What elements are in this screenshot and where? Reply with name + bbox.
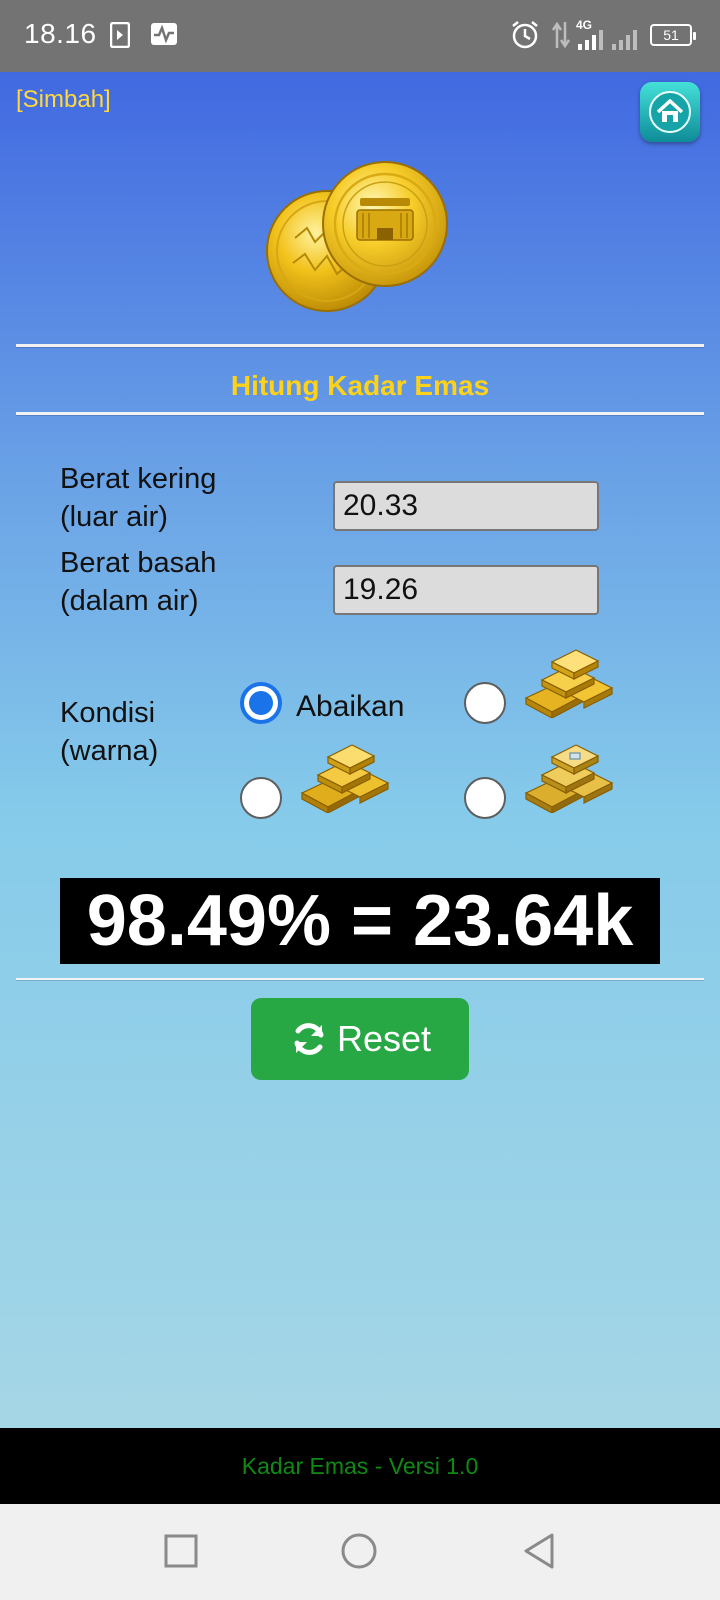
data-transfer-icon — [551, 20, 571, 55]
wet-weight-input[interactable]: 19.26 — [333, 565, 599, 615]
divider-top — [16, 344, 704, 347]
home-nav-icon[interactable] — [340, 1532, 378, 1575]
dry-weight-label: Berat kering (luar air) — [60, 460, 216, 536]
dry-weight-label-line1: Berat kering — [60, 463, 217, 495]
battery-icon: 51 — [650, 24, 696, 46]
gold-bars-icon — [522, 642, 616, 723]
back-icon[interactable] — [522, 1532, 556, 1575]
activity-icon — [150, 22, 178, 51]
gold-bars-icon — [298, 737, 392, 818]
radio-abaikan[interactable] — [240, 682, 282, 724]
navigation-bar — [0, 1504, 720, 1600]
app-footer: Kadar Emas - Versi 1.0 — [0, 1428, 720, 1504]
divider-result — [16, 978, 704, 980]
condition-label-line1: Kondisi — [60, 697, 156, 729]
reset-button[interactable]: Reset — [251, 998, 469, 1080]
condition-label: Kondisi (warna) — [60, 694, 158, 770]
status-bar: 18.16 4G 51 — [0, 0, 720, 72]
media-play-icon — [109, 21, 131, 53]
status-time: 18.16 — [24, 18, 97, 49]
wet-weight-label: Berat basah (dalam air) — [60, 544, 216, 620]
alarm-icon — [510, 20, 540, 55]
signal-icon — [578, 30, 644, 55]
home-button[interactable] — [640, 82, 700, 142]
radio-gold-2[interactable] — [240, 777, 282, 819]
recents-icon[interactable] — [164, 1534, 198, 1573]
home-icon — [649, 91, 691, 133]
dry-weight-input[interactable]: 20.33 — [333, 481, 599, 531]
condition-label-line2: (warna) — [60, 735, 159, 767]
page-title: Hitung Kadar Emas — [230, 370, 490, 401]
radio-gold-1[interactable] — [464, 682, 506, 724]
gold-bars-icon — [522, 737, 616, 818]
reset-label: Reset — [337, 1018, 432, 1059]
radio-gold-3[interactable] — [464, 777, 506, 819]
dry-weight-label-line2: (luar air) — [60, 501, 168, 533]
radio-abaikan-label[interactable]: Abaikan — [296, 690, 404, 724]
wet-weight-label-line2: (dalam air) — [60, 585, 199, 617]
refresh-icon — [294, 1023, 324, 1055]
result-display: 98.49% = 23.64k — [60, 878, 660, 964]
simbah-link[interactable]: [Simbah] — [16, 86, 111, 114]
wet-weight-label-line1: Berat basah — [60, 547, 217, 579]
app-content: [Simbah] Hitung Kadar Emas Berat kering … — [0, 72, 720, 1428]
gold-coins-image — [265, 158, 455, 318]
divider-title — [16, 412, 704, 415]
